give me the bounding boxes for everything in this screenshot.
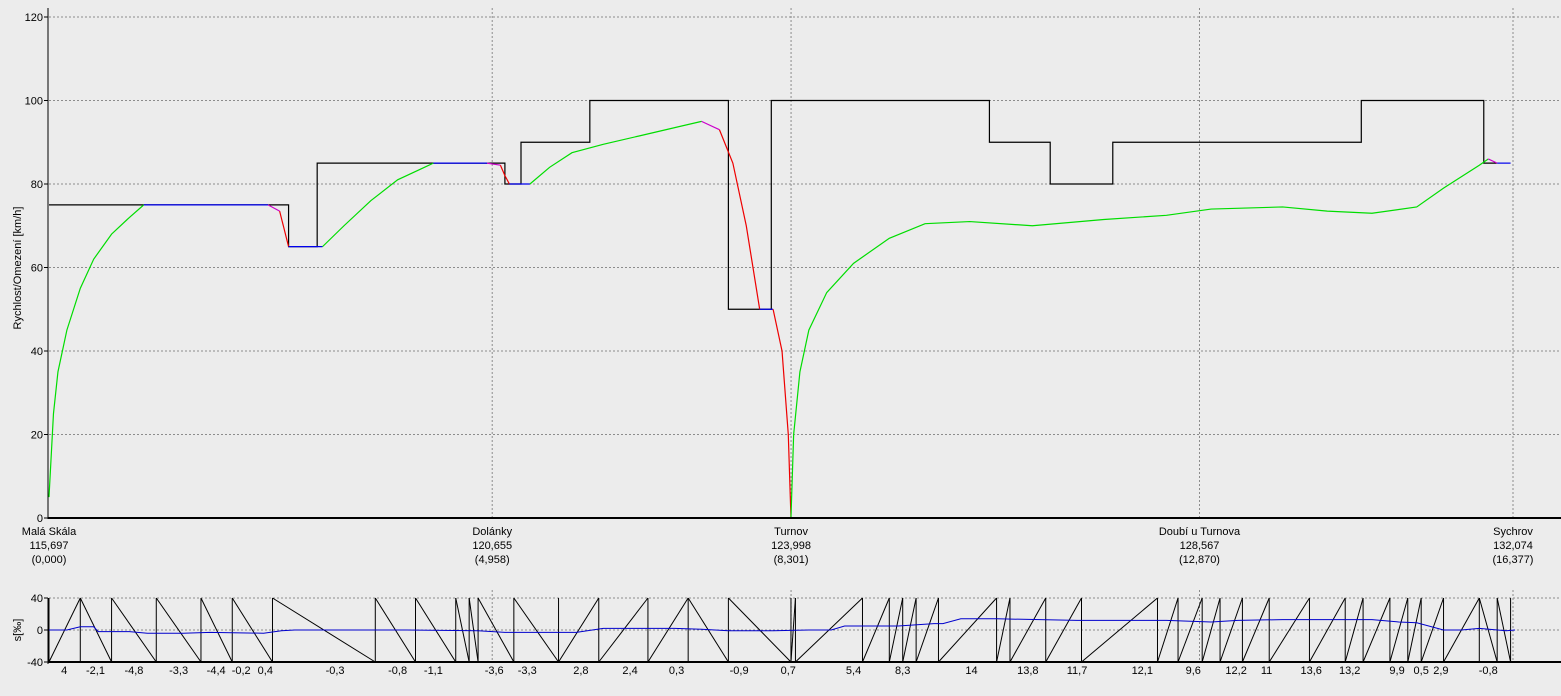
gradient-segment-label: -3,6 [485, 665, 504, 677]
gradient-segment-label: 2,9 [1433, 665, 1448, 677]
gradient-segment-label: 4 [61, 665, 67, 677]
gradient-y-axis-title: s[‰] [12, 619, 24, 642]
gradient-segment-diagonal [513, 597, 559, 663]
gradient-segment-label: 13,2 [1339, 665, 1360, 677]
speed-y-axis-title: Rychlost/Omezení [km/h] [12, 207, 24, 330]
station-km: 123,998 [771, 540, 811, 552]
gradient-segment-diagonal [915, 597, 939, 663]
speed-y-tick-label: 40 [31, 346, 43, 358]
gradient-y-tick-label: 40 [31, 593, 43, 605]
gradient-segment-label: 0,4 [258, 665, 273, 677]
station-name: Dolánky [472, 526, 512, 538]
gradient-grid [49, 590, 1561, 662]
gradient-segment-label: -2,1 [86, 665, 105, 677]
speed-y-tick-label: 80 [31, 179, 43, 191]
gradient-segment-label: -0,8 [1479, 665, 1498, 677]
speed-series-braking [772, 309, 792, 519]
gradient-segment-label: -4,8 [124, 665, 143, 677]
station-name: Turnov [774, 526, 808, 538]
speed-y-tick-label: 100 [25, 96, 43, 108]
speed-series-braking [718, 129, 761, 310]
gradient-segment-label: 9,6 [1186, 665, 1201, 677]
gradient-segment-label: 12,1 [1132, 665, 1153, 677]
speed-grid [49, 8, 1561, 518]
speed-series-accelerating [790, 158, 1489, 519]
speed-y-tick-label: 0 [37, 513, 43, 525]
speed-axes [47, 8, 1561, 519]
station-rel: (12,870) [1179, 554, 1220, 566]
station-name: Sychrov [1493, 526, 1533, 538]
station-rel: (0,000) [32, 554, 67, 566]
gradient-segment-label: 14 [965, 665, 977, 677]
gradient-segment-label: 13,6 [1301, 665, 1322, 677]
station-rel: (16,377) [1493, 554, 1534, 566]
speed-series-accelerating [322, 162, 434, 248]
speed-y-axis: 0 20 40 60 80 100 120 [25, 12, 48, 525]
speed-y-tick-label: 120 [25, 12, 43, 24]
gradient-segment-label: 0,5 [1414, 665, 1429, 677]
gradient-segment-label: -0,3 [326, 665, 345, 677]
gradient-segment-label: -3,3 [518, 665, 537, 677]
gradient-segment-label: 2,8 [573, 665, 588, 677]
gradient-segment-diagonal [1219, 597, 1243, 663]
gradient-segment-label: 11 [1261, 665, 1272, 677]
gradient-segment-diagonal [1045, 597, 1082, 663]
gradient-axes [47, 598, 1561, 664]
gradient-segment-diagonal [1009, 597, 1047, 663]
station-rel: (4,958) [475, 554, 510, 566]
gradient-labels: 4 -2,1 -4,8 -3,3 -4,4 -0,2 0,4 -0,3 -0,8 -1,1 -3,6… [61, 665, 1498, 677]
gradient-segment-label: 2,4 [622, 665, 637, 677]
gradient-segment-label: -0,9 [730, 665, 749, 677]
speed-y-tick-label: 60 [31, 263, 43, 275]
gradient-segment-label: -1,1 [424, 665, 443, 677]
speed-y-tick-label: 20 [31, 430, 43, 442]
gradient-segment-label: 8,3 [895, 665, 910, 677]
gradient-segment-label: 0,3 [669, 665, 684, 677]
gradient-segment-label: 5,4 [846, 665, 861, 677]
speed-series [48, 120, 1511, 519]
speed-series-braking [279, 210, 290, 247]
gradient-segment-label: 9,9 [1389, 665, 1404, 677]
gradient-segment-diagonal [1344, 597, 1364, 663]
station-km: 115,697 [30, 540, 69, 552]
gradient-segment-diagonal [477, 597, 515, 663]
station-km: 120,655 [472, 540, 512, 552]
gradient-segment-label: 11,7 [1067, 665, 1088, 677]
gradient-y-tick-label: 0 [37, 625, 43, 637]
station-rel: (8,301) [774, 554, 809, 566]
gradient-segment-diagonal [1420, 597, 1445, 663]
gradient-segment-diagonal [888, 597, 904, 663]
gradient-segment-label: -3,3 [169, 665, 188, 677]
gradient-segment-label: 13,8 [1017, 665, 1038, 677]
gradient-segment-diagonal [938, 597, 997, 663]
gradient-y-tick-label: -40 [27, 657, 43, 669]
speed-series-accelerating [529, 120, 702, 185]
station-name: Malá Skála [22, 526, 77, 538]
speed-series-coasting [267, 204, 280, 212]
speed-profile-chart: 020406080100120 Rychlost/Omezení [km/h] … [12, 8, 1561, 677]
gradient-segment-label: 12,2 [1225, 665, 1246, 677]
gradient-segment-diagonal [1268, 597, 1310, 663]
gradient-segment-label: 0,7 [781, 665, 796, 677]
station-km: 128,567 [1180, 540, 1220, 552]
station-name: Doubí u Turnova [1159, 526, 1241, 538]
station-labels: Malá Skála 115,697 (0,000) Dolánky 120,655 (4… [22, 526, 1534, 566]
gradient-segment-label: -0,2 [232, 665, 251, 677]
gradient-segment-label: -0,8 [388, 665, 407, 677]
speed-series-coasting [1487, 158, 1498, 164]
station-km: 132,074 [1493, 540, 1533, 552]
gradient-y-axis: -40 0 40 [27, 593, 48, 669]
gradient-segment-label: -4,4 [207, 665, 226, 677]
gradient-segments [48, 597, 1512, 663]
speed-series-coasting [701, 120, 720, 131]
